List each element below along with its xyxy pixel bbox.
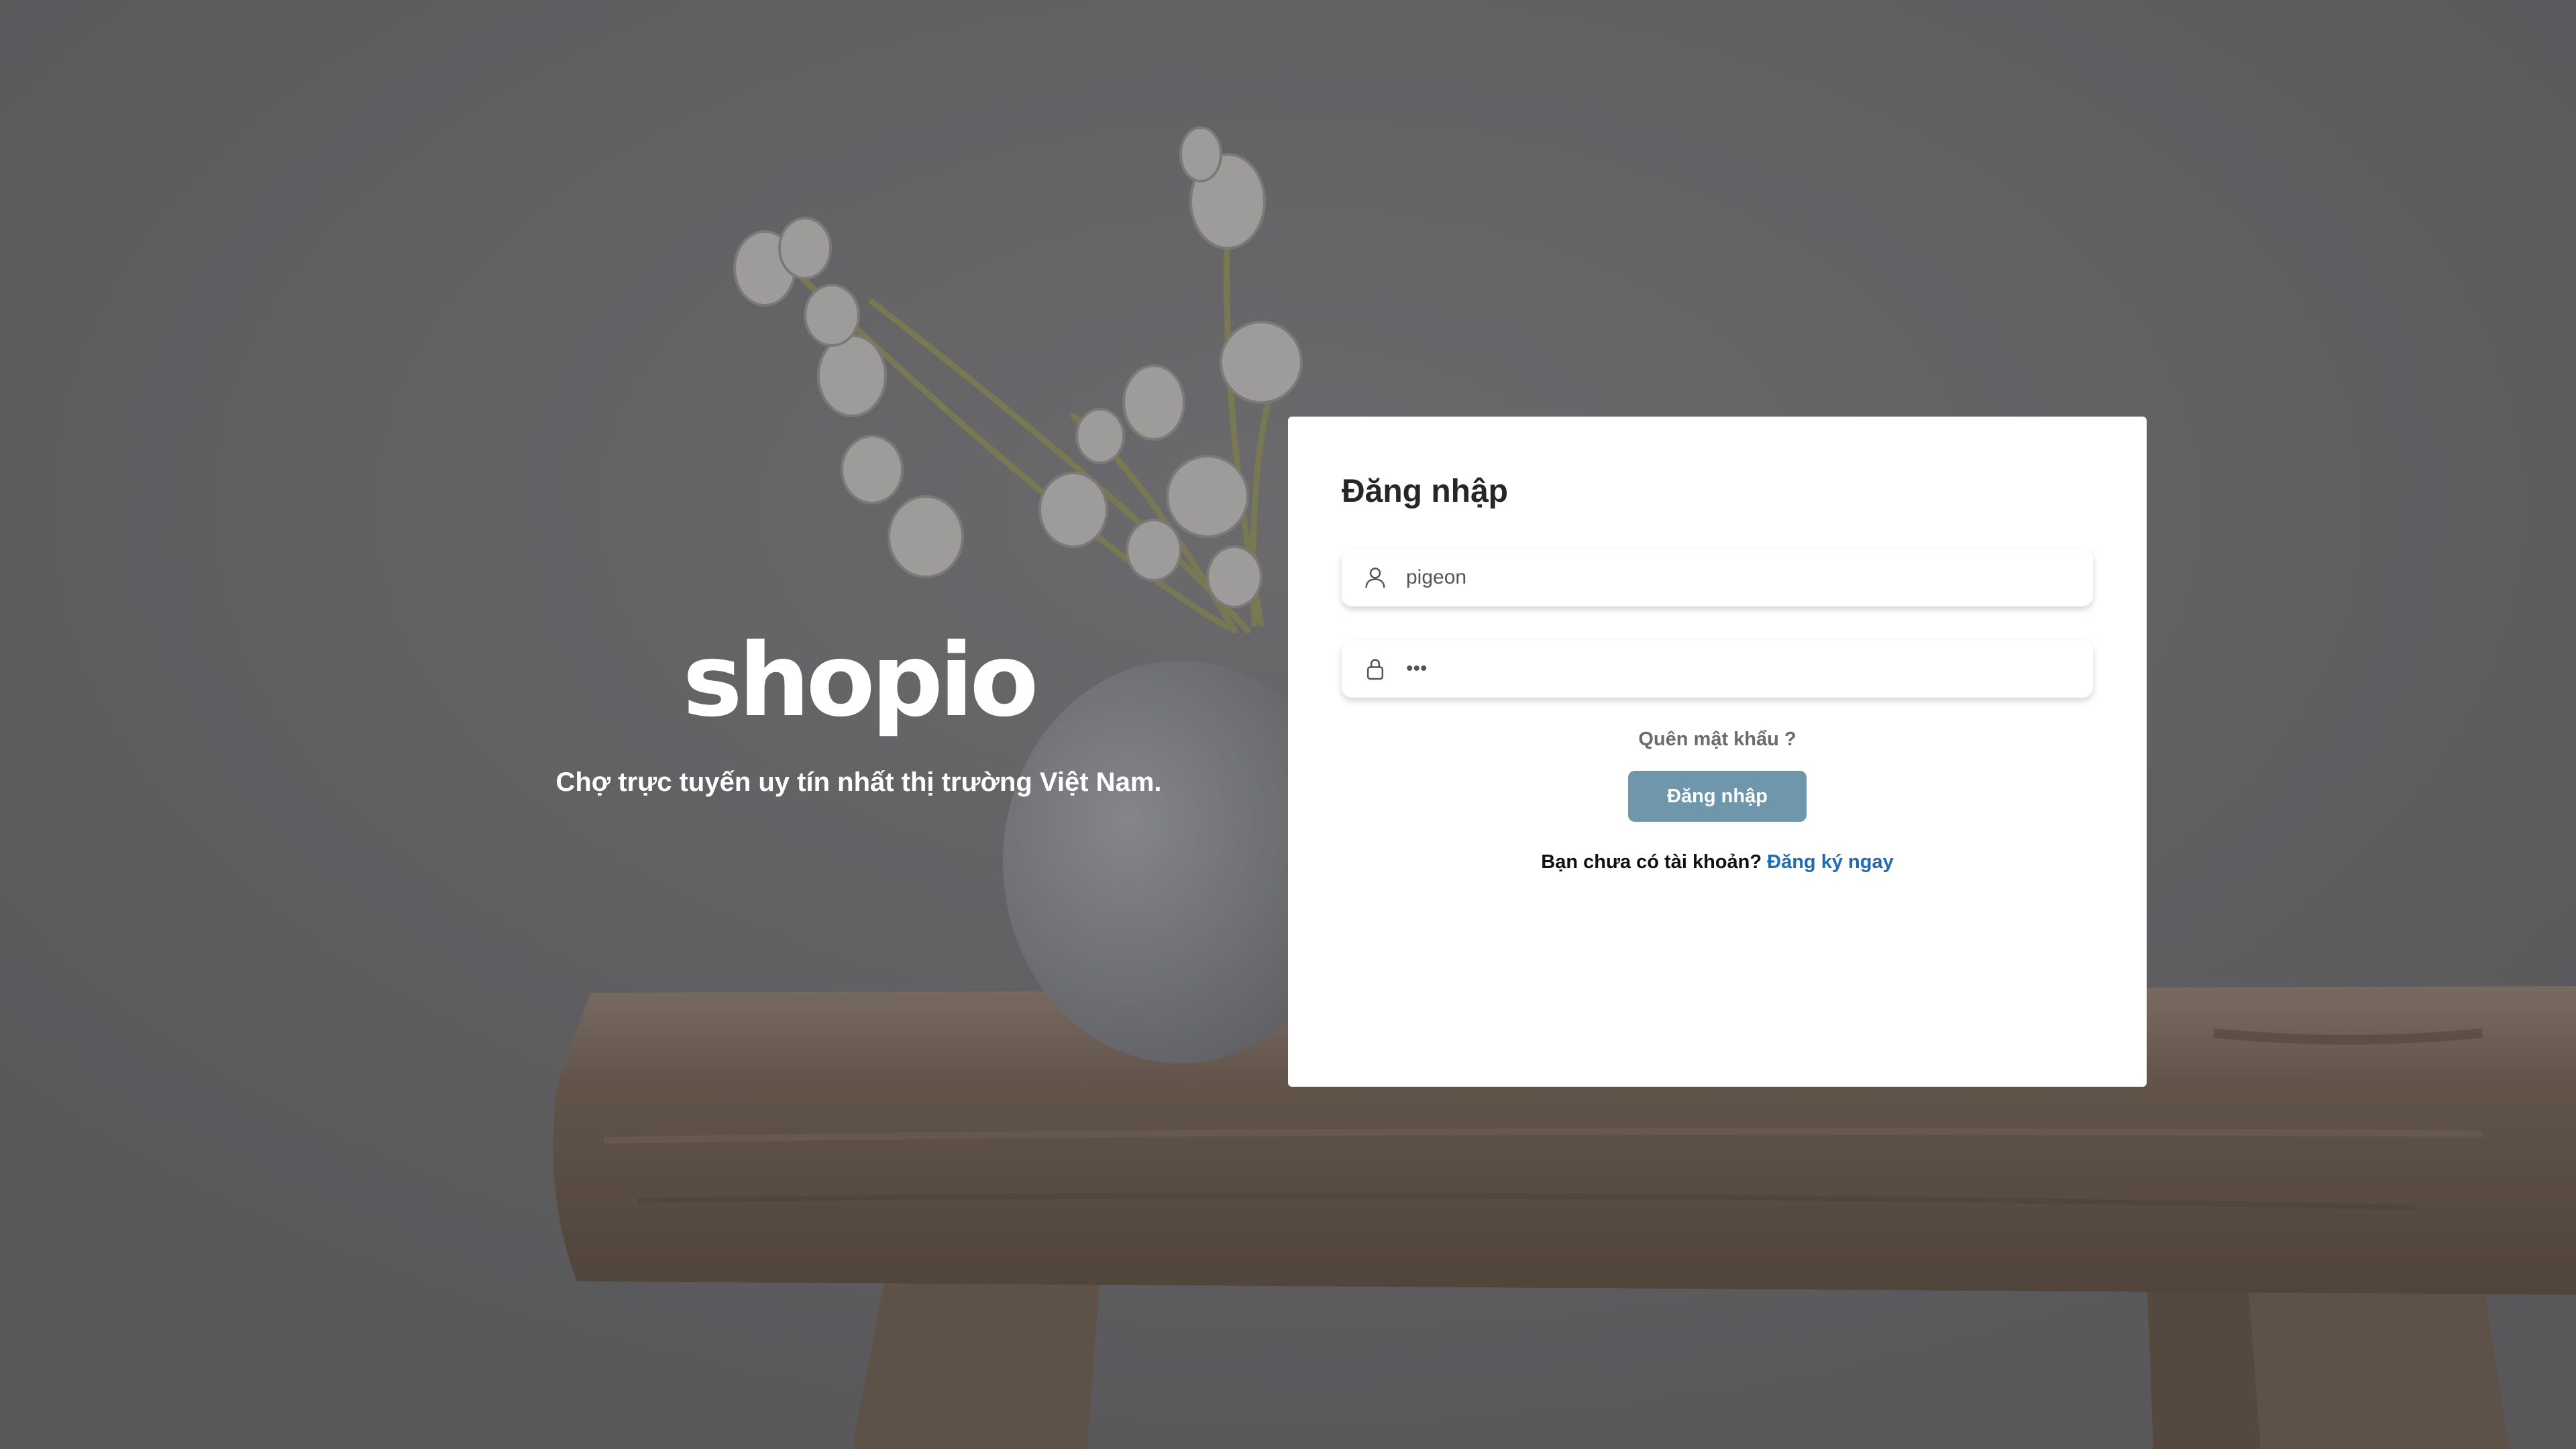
signup-prompt: Bạn chưa có tài khoản? <box>1541 851 1762 873</box>
password-input[interactable] <box>1405 648 2073 690</box>
password-field[interactable] <box>1342 640 2093 698</box>
username-field[interactable] <box>1342 549 2093 606</box>
login-card: Đăng nhập Quên mật khẩu ? Đăng nhập Bạn … <box>1288 417 2147 1087</box>
login-title: Đăng nhập <box>1342 474 1508 509</box>
brand-tagline: Chợ trực tuyến uy tín nhất thị trường Vi… <box>555 767 1162 797</box>
submit-wrapper: Đăng nhập <box>1342 771 2093 822</box>
user-icon <box>1365 568 1385 588</box>
signup-link[interactable]: Đăng ký ngay <box>1767 851 1894 873</box>
login-button[interactable]: Đăng nhập <box>1628 771 1807 822</box>
username-input[interactable] <box>1405 557 2073 598</box>
forgot-password-link[interactable]: Quên mật khẩu ? <box>1342 729 2093 751</box>
brand-logo: shopio <box>682 623 1039 739</box>
brand-block: shopio Chợ trực tuyến uy tín nhất thị tr… <box>550 631 1167 798</box>
signup-line: Bạn chưa có tài khoản? Đăng ký ngay <box>1342 851 2093 873</box>
lock-icon <box>1366 659 1384 680</box>
login-page: shopio Chợ trực tuyến uy tín nhất thị tr… <box>0 0 2576 1449</box>
